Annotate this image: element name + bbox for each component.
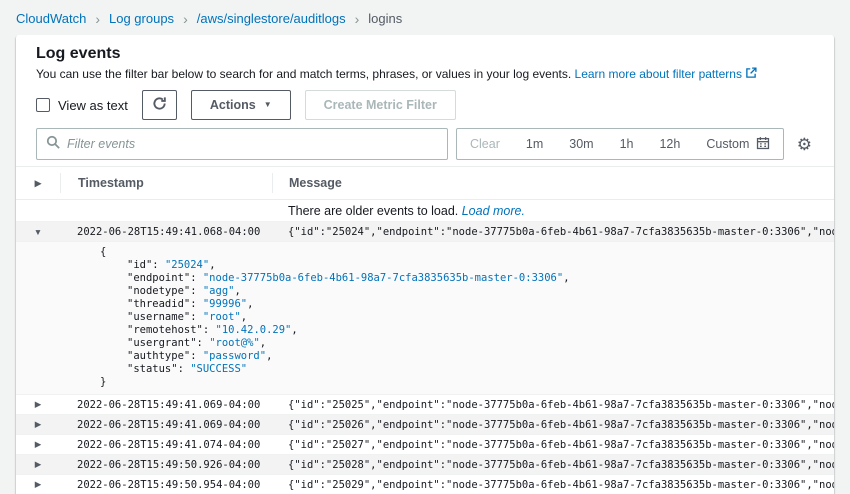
create-metric-filter-button[interactable]: Create Metric Filter [305,90,456,120]
range-30m-button[interactable]: 30m [556,129,606,159]
event-message: {"id":"25025","endpoint":"node-37775b0a-… [272,399,834,411]
table-body: ▼2022-06-28T15:49:41.068-04:00{"id":"250… [16,222,834,494]
log-event-row[interactable]: ▼ 2022-06-28T15:49:41.068-04:00{"id":"250… [16,222,834,242]
expand-row-icon[interactable]: ▶ [35,399,42,410]
filter-bar: Clear 1m 30m 1h 12h Custom ⚙ [36,128,814,160]
breadcrumb-chevron-icon: › [355,12,360,26]
event-timestamp: 2022-06-28T15:49:41.074-04:00 [60,439,272,451]
card-header: Log events You can use the filter bar be… [16,35,834,166]
search-icon [46,135,60,154]
log-events-table: ▶ Timestamp Message There are older even… [16,166,834,494]
search-box[interactable] [36,128,448,160]
breadcrumb-item-1[interactable]: CloudWatch [16,11,86,26]
log-event-row[interactable]: ▶ 2022-06-28T15:49:41.074-04:00{"id":"250… [16,435,834,455]
event-timestamp: 2022-06-28T15:49:50.954-04:00 [60,479,272,491]
expand-all-icon[interactable]: ▶ [35,178,42,189]
range-1m-button[interactable]: 1m [513,129,556,159]
expand-row-icon[interactable]: ▶ [35,479,42,490]
event-timestamp: 2022-06-28T15:49:41.069-04:00 [60,399,272,411]
time-range-group: Clear 1m 30m 1h 12h Custom [456,128,784,160]
filter-events-input[interactable] [67,137,439,151]
view-as-text-label: View as text [58,98,128,113]
log-event-row[interactable]: ▶ 2022-06-28T15:49:41.069-04:00{"id":"250… [16,395,834,415]
range-12h-button[interactable]: 12h [646,129,693,159]
actions-button[interactable]: Actions ▼ [191,90,291,120]
event-timestamp: 2022-06-28T15:49:41.068-04:00 [60,226,272,238]
older-events-row: There are older events to load. Load mor… [16,200,834,222]
create-metric-filter-label: Create Metric Filter [324,98,437,112]
breadcrumb-item-3[interactable]: /aws/singlestore/auditlogs [197,11,346,26]
event-message: {"id":"25026","endpoint":"node-37775b0a-… [272,419,834,431]
settings-gear-icon[interactable]: ⚙ [797,136,814,153]
refresh-button[interactable] [142,90,177,120]
expand-row-icon[interactable]: ▶ [35,459,42,470]
breadcrumb-item-4: logins [368,11,402,26]
message-column-header[interactable]: Message [272,173,834,193]
calendar-icon [756,136,770,153]
custom-range-label: Custom [706,137,749,151]
view-as-text-checkbox[interactable] [36,98,50,112]
log-event-row[interactable]: ▶ 2022-06-28T15:49:41.069-04:00{"id":"250… [16,415,834,435]
refresh-icon [152,96,167,114]
event-message: {"id":"25028","endpoint":"node-37775b0a-… [272,459,834,471]
load-more-link[interactable]: Load more. [462,204,525,218]
event-message: {"id":"25029","endpoint":"node-37775b0a-… [272,479,834,491]
collapse-row-icon[interactable]: ▼ [34,227,42,237]
page-title: Log events [36,45,814,63]
learn-more-text: Learn more about filter patterns [575,67,742,81]
timestamp-column-header[interactable]: Timestamp [60,173,272,193]
view-as-text-toggle[interactable]: View as text [36,98,128,113]
breadcrumb-chevron-icon: › [95,12,100,26]
expand-row-icon[interactable]: ▶ [35,439,42,450]
breadcrumb: CloudWatch › Log groups › /aws/singlestore/a… [0,0,850,35]
event-message: {"id":"25027","endpoint":"node-37775b0a-… [272,439,834,451]
range-1h-button[interactable]: 1h [607,129,647,159]
breadcrumb-chevron-icon: › [183,12,188,26]
external-link-icon [745,67,757,82]
event-timestamp: 2022-06-28T15:49:50.926-04:00 [60,459,272,471]
page-description: You can use the filter bar below to sear… [36,67,814,82]
log-event-row[interactable]: ▶ 2022-06-28T15:49:50.926-04:00{"id":"250… [16,455,834,475]
table-header: ▶ Timestamp Message [16,166,834,200]
clear-range-button[interactable]: Clear [457,129,513,159]
toolbar: View as text Actions ▼ Create Metric Fil… [36,90,814,120]
actions-label: Actions [210,98,256,112]
older-events-text: There are older events to load. [288,204,458,218]
expanded-event-json: {"id": "25024","endpoint": "node-37775b0… [16,242,834,395]
event-message: {"id":"25024","endpoint":"node-37775b0a-… [272,226,834,238]
caret-down-icon: ▼ [264,101,272,109]
expand-row-icon[interactable]: ▶ [35,419,42,430]
description-text: You can use the filter bar below to sear… [36,67,571,81]
learn-more-link[interactable]: Learn more about filter patterns [575,67,757,81]
custom-range-button[interactable]: Custom [693,129,783,159]
event-timestamp: 2022-06-28T15:49:41.069-04:00 [60,419,272,431]
log-events-card: Log events You can use the filter bar be… [16,35,834,494]
breadcrumb-item-2[interactable]: Log groups [109,11,174,26]
log-event-row[interactable]: ▶ 2022-06-28T15:49:50.954-04:00{"id":"250… [16,475,834,494]
